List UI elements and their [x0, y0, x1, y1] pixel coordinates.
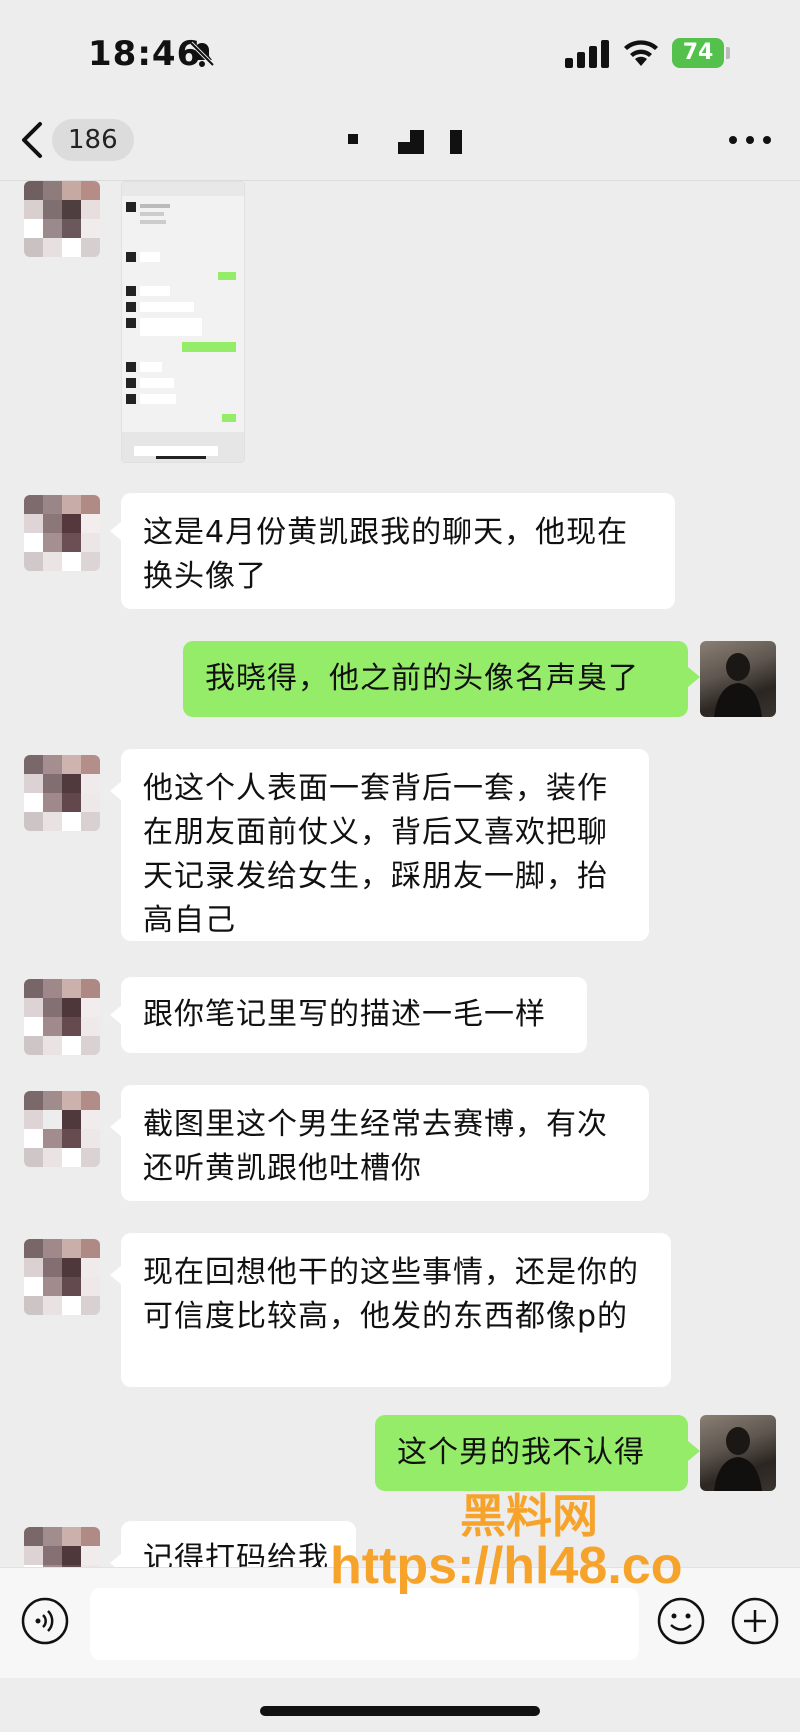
message-input[interactable]	[90, 1588, 639, 1660]
contact-avatar[interactable]	[24, 1527, 100, 1567]
bubble-tail	[688, 667, 700, 687]
person-silhouette	[714, 1427, 762, 1491]
message-bubble[interactable]: 这是4月份黄凯跟我的聊天，他现在换头像了	[121, 493, 675, 609]
my-avatar[interactable]	[700, 1415, 776, 1491]
message-bubble[interactable]: 我晓得，他之前的头像名声臭了	[183, 641, 688, 717]
screenshot-thumbnail	[122, 182, 244, 462]
image-message[interactable]	[121, 181, 245, 463]
message-bubble[interactable]: 截图里这个男生经常去赛博，有次还听黄凯跟他吐槽你	[121, 1085, 649, 1201]
person-silhouette	[714, 653, 762, 717]
wifi-icon	[624, 40, 658, 66]
avatar-mosaic	[24, 1091, 100, 1167]
contact-avatar[interactable]	[24, 495, 100, 571]
message-bubble[interactable]: 记得打码给我	[121, 1521, 356, 1567]
contact-avatar[interactable]	[24, 1239, 100, 1315]
message-list[interactable]: 这是4月份黄凯跟我的聊天，他现在换头像了 我晓得，他之前的头像名声臭了 他这个人…	[0, 181, 800, 1567]
avatar-mosaic	[24, 181, 100, 257]
signal-icon	[565, 40, 609, 68]
unread-count-badge: 186	[52, 119, 134, 161]
status-bar: 18:46 74	[0, 0, 800, 100]
avatar-mosaic	[24, 755, 100, 831]
chevron-left-icon	[22, 122, 42, 158]
more-dots-icon[interactable]	[725, 122, 775, 158]
message-bubble[interactable]: 现在回想他干的这些事情，还是你的可信度比较高，他发的东西都像p的	[121, 1233, 671, 1387]
emoji-icon[interactable]	[656, 1596, 706, 1646]
avatar-mosaic	[24, 1527, 100, 1567]
bell-slash-icon	[189, 41, 215, 67]
chat-header: 186	[0, 100, 800, 181]
avatar-mosaic	[24, 979, 100, 1055]
back-button[interactable]: 186	[20, 116, 134, 164]
contact-avatar[interactable]	[24, 1091, 100, 1167]
battery-tip	[726, 47, 730, 59]
input-bar	[0, 1567, 800, 1678]
message-bubble[interactable]: 这个男的我不认得	[375, 1415, 688, 1491]
contact-avatar[interactable]	[24, 181, 100, 257]
voice-icon[interactable]	[20, 1596, 70, 1646]
message-bubble[interactable]: 他这个人表面一套背后一套，装作在朋友面前仗义，背后又喜欢把聊天记录发给女生，踩朋…	[121, 749, 649, 941]
contact-avatar[interactable]	[24, 755, 100, 831]
plus-icon[interactable]	[730, 1596, 780, 1646]
home-indicator	[260, 1706, 540, 1716]
battery-indicator: 74	[672, 38, 724, 68]
message-bubble[interactable]: 跟你笔记里写的描述一毛一样	[121, 977, 587, 1053]
my-avatar[interactable]	[700, 641, 776, 717]
avatar-mosaic	[24, 495, 100, 571]
bubble-tail	[688, 1441, 700, 1461]
contact-avatar[interactable]	[24, 979, 100, 1055]
avatar-mosaic	[24, 1239, 100, 1315]
chat-title-redacted	[348, 130, 462, 154]
status-time: 18:46	[88, 34, 202, 74]
